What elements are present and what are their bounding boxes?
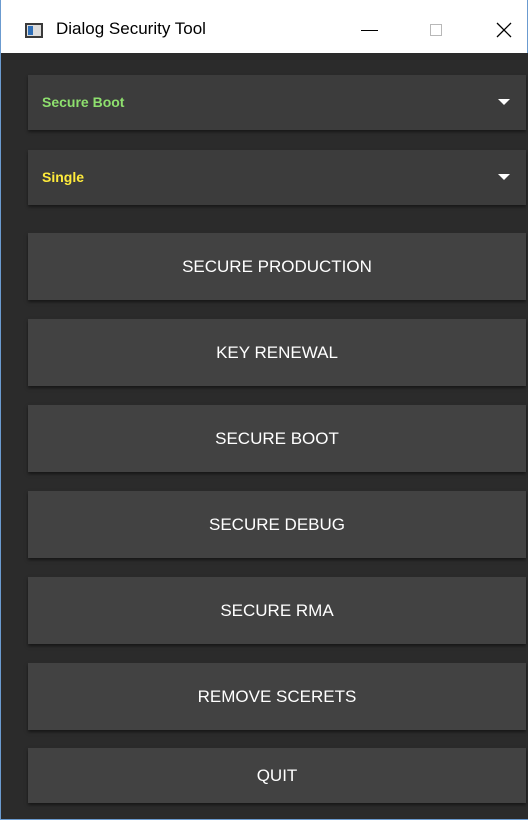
quit-button[interactable]: QUIT bbox=[28, 748, 526, 803]
caret-down-icon bbox=[498, 174, 510, 180]
minimize-icon bbox=[360, 29, 378, 31]
mode-dropdown-value: Secure Boot bbox=[42, 94, 125, 110]
secure-debug-button[interactable]: SECURE DEBUG bbox=[28, 491, 526, 558]
secure-rma-button[interactable]: SECURE RMA bbox=[28, 577, 526, 644]
minimize-button[interactable] bbox=[344, 10, 394, 50]
secure-production-button[interactable]: SECURE PRODUCTION bbox=[28, 233, 526, 300]
key-renewal-button[interactable]: KEY RENEWAL bbox=[28, 319, 526, 386]
main-content: Secure Boot Single SECURE PRODUCTION KEY… bbox=[2, 53, 528, 819]
mode-dropdown[interactable]: Secure Boot bbox=[28, 75, 526, 130]
close-button[interactable] bbox=[479, 10, 528, 50]
type-dropdown-value: Single bbox=[42, 169, 85, 185]
maximize-button[interactable] bbox=[411, 10, 461, 50]
caret-down-icon bbox=[498, 99, 510, 105]
remove-secrets-button[interactable]: REMOVE SCERETS bbox=[28, 663, 526, 730]
secure-boot-button[interactable]: SECURE BOOT bbox=[28, 405, 526, 472]
window-title: Dialog Security Tool bbox=[56, 19, 206, 38]
close-icon bbox=[496, 22, 512, 38]
title-bar[interactable]: Dialog Security Tool bbox=[1, 0, 527, 53]
type-dropdown[interactable]: Single bbox=[28, 150, 526, 205]
app-window: Dialog Security Tool Secure Boot Single … bbox=[0, 0, 528, 820]
app-window-icon bbox=[25, 23, 43, 38]
maximize-icon bbox=[430, 24, 442, 36]
